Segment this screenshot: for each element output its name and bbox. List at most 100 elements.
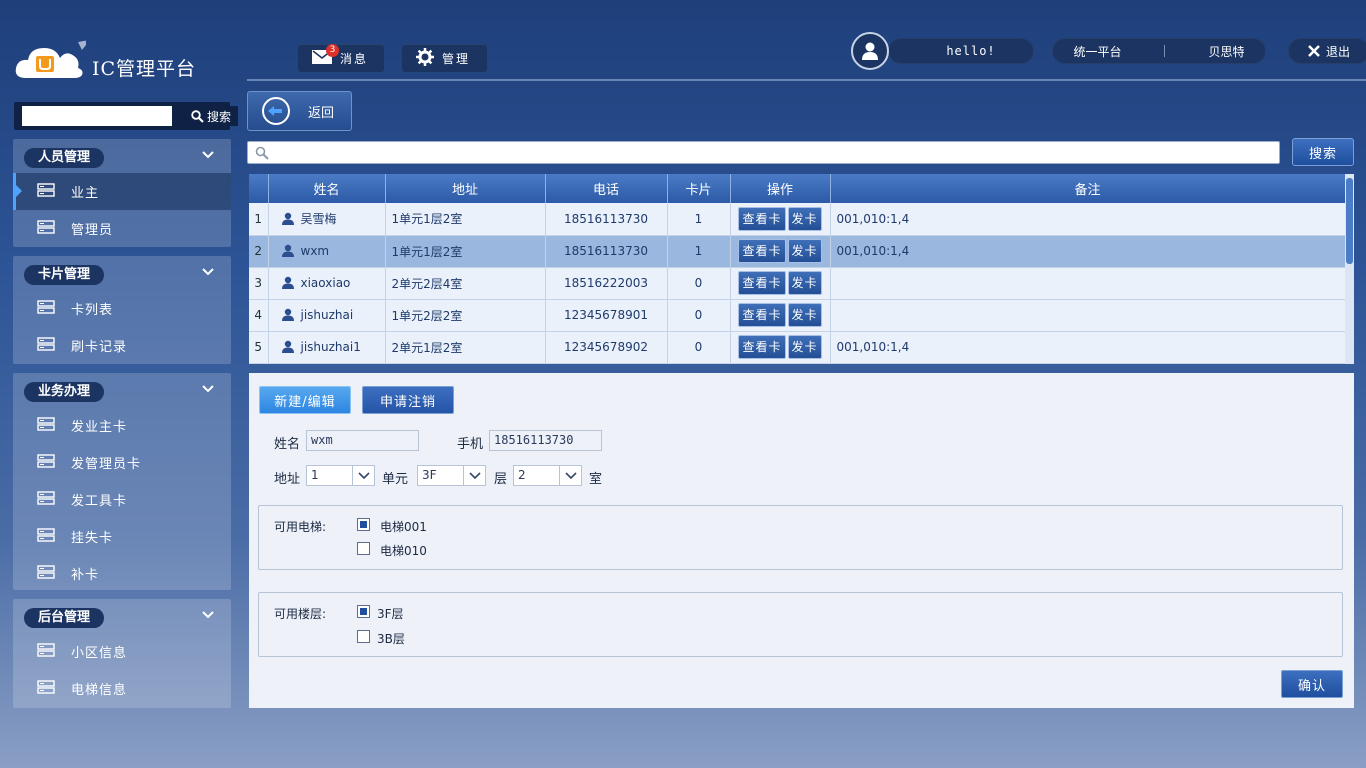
col-name[interactable]: 姓名	[268, 174, 386, 203]
user-icon	[281, 213, 294, 226]
back-arrow-icon	[262, 97, 290, 125]
back-button[interactable]: 返回	[247, 91, 352, 131]
floor-checkbox[interactable]	[357, 630, 370, 643]
issue-card-button[interactable]: 发卡	[787, 303, 822, 327]
nav-group-header[interactable]: 业务办理	[13, 373, 231, 407]
issue-card-button[interactable]: 发卡	[787, 271, 822, 295]
sidebar-item-label: 发工具卡	[71, 494, 128, 509]
main-search-bar	[247, 141, 1280, 164]
nav-group-title: 后台管理	[24, 608, 105, 628]
sidebar-item-card-list[interactable]: 卡列表	[13, 290, 231, 327]
main-search-input[interactable]	[274, 144, 1264, 161]
col-actions: 操作	[730, 174, 831, 203]
sidebar-item-elevator-info[interactable]: 电梯信息	[13, 670, 231, 707]
scrollbar-thumb[interactable]	[1346, 178, 1353, 264]
sidebar-item-report-lost[interactable]: 挂失卡	[13, 518, 231, 555]
messages-button[interactable]: 3 消息	[298, 44, 384, 72]
view-card-button[interactable]: 查看卡	[738, 335, 786, 359]
phone-label: 手机	[457, 437, 484, 452]
view-card-button[interactable]: 查看卡	[738, 206, 786, 231]
unified-platform-link[interactable]: 统一平台	[1073, 43, 1121, 60]
main-search-button[interactable]: 搜索	[1292, 138, 1354, 166]
sidebar-item-issue-owner-card[interactable]: 发业主卡	[13, 407, 231, 444]
chevron-down-icon	[202, 611, 214, 619]
sidebar-item-reissue-card[interactable]: 补卡	[13, 555, 231, 592]
table-row[interactable]: 1 吴雪梅 1单元1层2室 18516113730 1 查看卡 发卡 001,01…	[249, 203, 1346, 236]
row-address: 1单元1层2室	[385, 203, 546, 236]
nav-group-header[interactable]: 卡片管理	[13, 256, 231, 290]
table-row[interactable]: 3 xiaoxiao 2单元2层4室 18516222003 0 查看卡 发卡	[249, 267, 1346, 300]
col-address[interactable]: 地址	[385, 174, 546, 203]
nav-group-header[interactable]: 人员管理	[13, 139, 231, 173]
sidebar-item-community-info[interactable]: 小区信息	[13, 633, 231, 670]
server-icon	[37, 527, 55, 546]
sidebar-search-button[interactable]: 搜索	[184, 106, 238, 126]
logout-button[interactable]: 退出	[1288, 38, 1366, 64]
unit-select-value: 1	[311, 468, 319, 482]
nav-group-header[interactable]: 后台管理	[13, 599, 231, 633]
floor-select-value: 3F	[422, 468, 437, 482]
elevator-checkbox[interactable]	[357, 542, 370, 555]
gear-icon	[416, 47, 434, 69]
col-cards[interactable]: 卡片	[667, 174, 731, 203]
unit-select[interactable]: 1	[306, 465, 375, 486]
chevron-down-icon	[202, 385, 214, 393]
row-cards: 0	[667, 299, 731, 332]
row-index: 3	[249, 267, 269, 300]
row-cards: 1	[667, 203, 731, 236]
table-row[interactable]: 2 wxm 1单元1层2室 18516113730 1 查看卡 发卡 001,01…	[249, 235, 1346, 268]
manage-button[interactable]: 管理	[402, 44, 487, 72]
row-actions: 查看卡 发卡	[730, 299, 831, 332]
user-avatar[interactable]	[851, 32, 889, 70]
nav-group-business: 业务办理 发业主卡 发管理员卡 发工具卡 挂失卡 补卡	[13, 373, 231, 590]
sidebar-item-swipe-records[interactable]: 刷卡记录	[13, 327, 231, 364]
sidebar-search-input[interactable]	[22, 106, 172, 126]
row-name-cell: 吴雪梅	[268, 203, 386, 236]
room-select-value: 2	[518, 468, 526, 482]
row-cards: 1	[667, 235, 731, 268]
sidebar-item-label: 刷卡记录	[71, 340, 128, 355]
elevator-checkbox[interactable]	[357, 518, 370, 531]
sidebar-item-issue-admin-card[interactable]: 发管理员卡	[13, 444, 231, 481]
table-row[interactable]: 5 jishuzhai1 2单元1层2室 12345678902 0 查看卡 发卡…	[249, 331, 1346, 364]
new-edit-button[interactable]: 新建/编辑	[259, 386, 351, 414]
nav-group-people: 人员管理 业主 管理员	[13, 139, 231, 247]
floor-select[interactable]: 3F	[417, 465, 486, 486]
row-phone: 18516113730	[545, 235, 668, 268]
issue-card-button[interactable]: 发卡	[787, 239, 822, 263]
table-scrollbar[interactable]	[1345, 174, 1354, 364]
row-note: 001,010:1,4	[830, 331, 1346, 364]
row-actions: 查看卡 发卡	[730, 267, 831, 300]
row-index: 2	[249, 235, 269, 268]
issue-card-button[interactable]: 发卡	[787, 335, 822, 359]
server-icon	[37, 182, 55, 201]
company-link[interactable]: 贝思特	[1208, 43, 1244, 60]
room-select[interactable]: 2	[513, 465, 582, 486]
col-phone[interactable]: 电话	[545, 174, 668, 203]
col-notes[interactable]: 备注	[830, 174, 1346, 203]
row-phone: 18516222003	[545, 267, 668, 300]
view-card-button[interactable]: 查看卡	[738, 239, 786, 263]
view-card-button[interactable]: 查看卡	[738, 303, 786, 327]
sidebar-item-label: 管理员	[71, 223, 114, 238]
table-row[interactable]: 4 jishuzhai 1单元2层2室 12345678901 0 查看卡 发卡	[249, 299, 1346, 332]
confirm-button[interactable]: 确认	[1281, 670, 1343, 698]
apply-cancel-button[interactable]: 申请注销	[362, 386, 454, 414]
chevron-down-icon	[559, 466, 581, 485]
sidebar-item-issue-tool-card[interactable]: 发工具卡	[13, 481, 231, 518]
issue-card-button[interactable]: 发卡	[787, 206, 822, 231]
phone-field[interactable]: 18516113730	[489, 430, 602, 451]
view-card-button[interactable]: 查看卡	[738, 271, 786, 295]
sidebar-item-admin[interactable]: 管理员	[13, 210, 231, 247]
sidebar-item-owner[interactable]: 业主	[13, 173, 231, 210]
server-icon	[37, 453, 55, 472]
floor-label: 层	[494, 472, 508, 487]
row-note	[830, 299, 1346, 332]
row-cards: 0	[667, 331, 731, 364]
elevators-fieldset: 可用电梯: 电梯001 电梯010	[258, 505, 1343, 570]
floor-checkbox[interactable]	[357, 605, 370, 618]
chevron-down-icon	[352, 466, 374, 485]
cloud-logo-icon	[15, 40, 86, 78]
row-address: 2单元1层2室	[385, 331, 546, 364]
name-field[interactable]: wxm	[306, 430, 419, 451]
